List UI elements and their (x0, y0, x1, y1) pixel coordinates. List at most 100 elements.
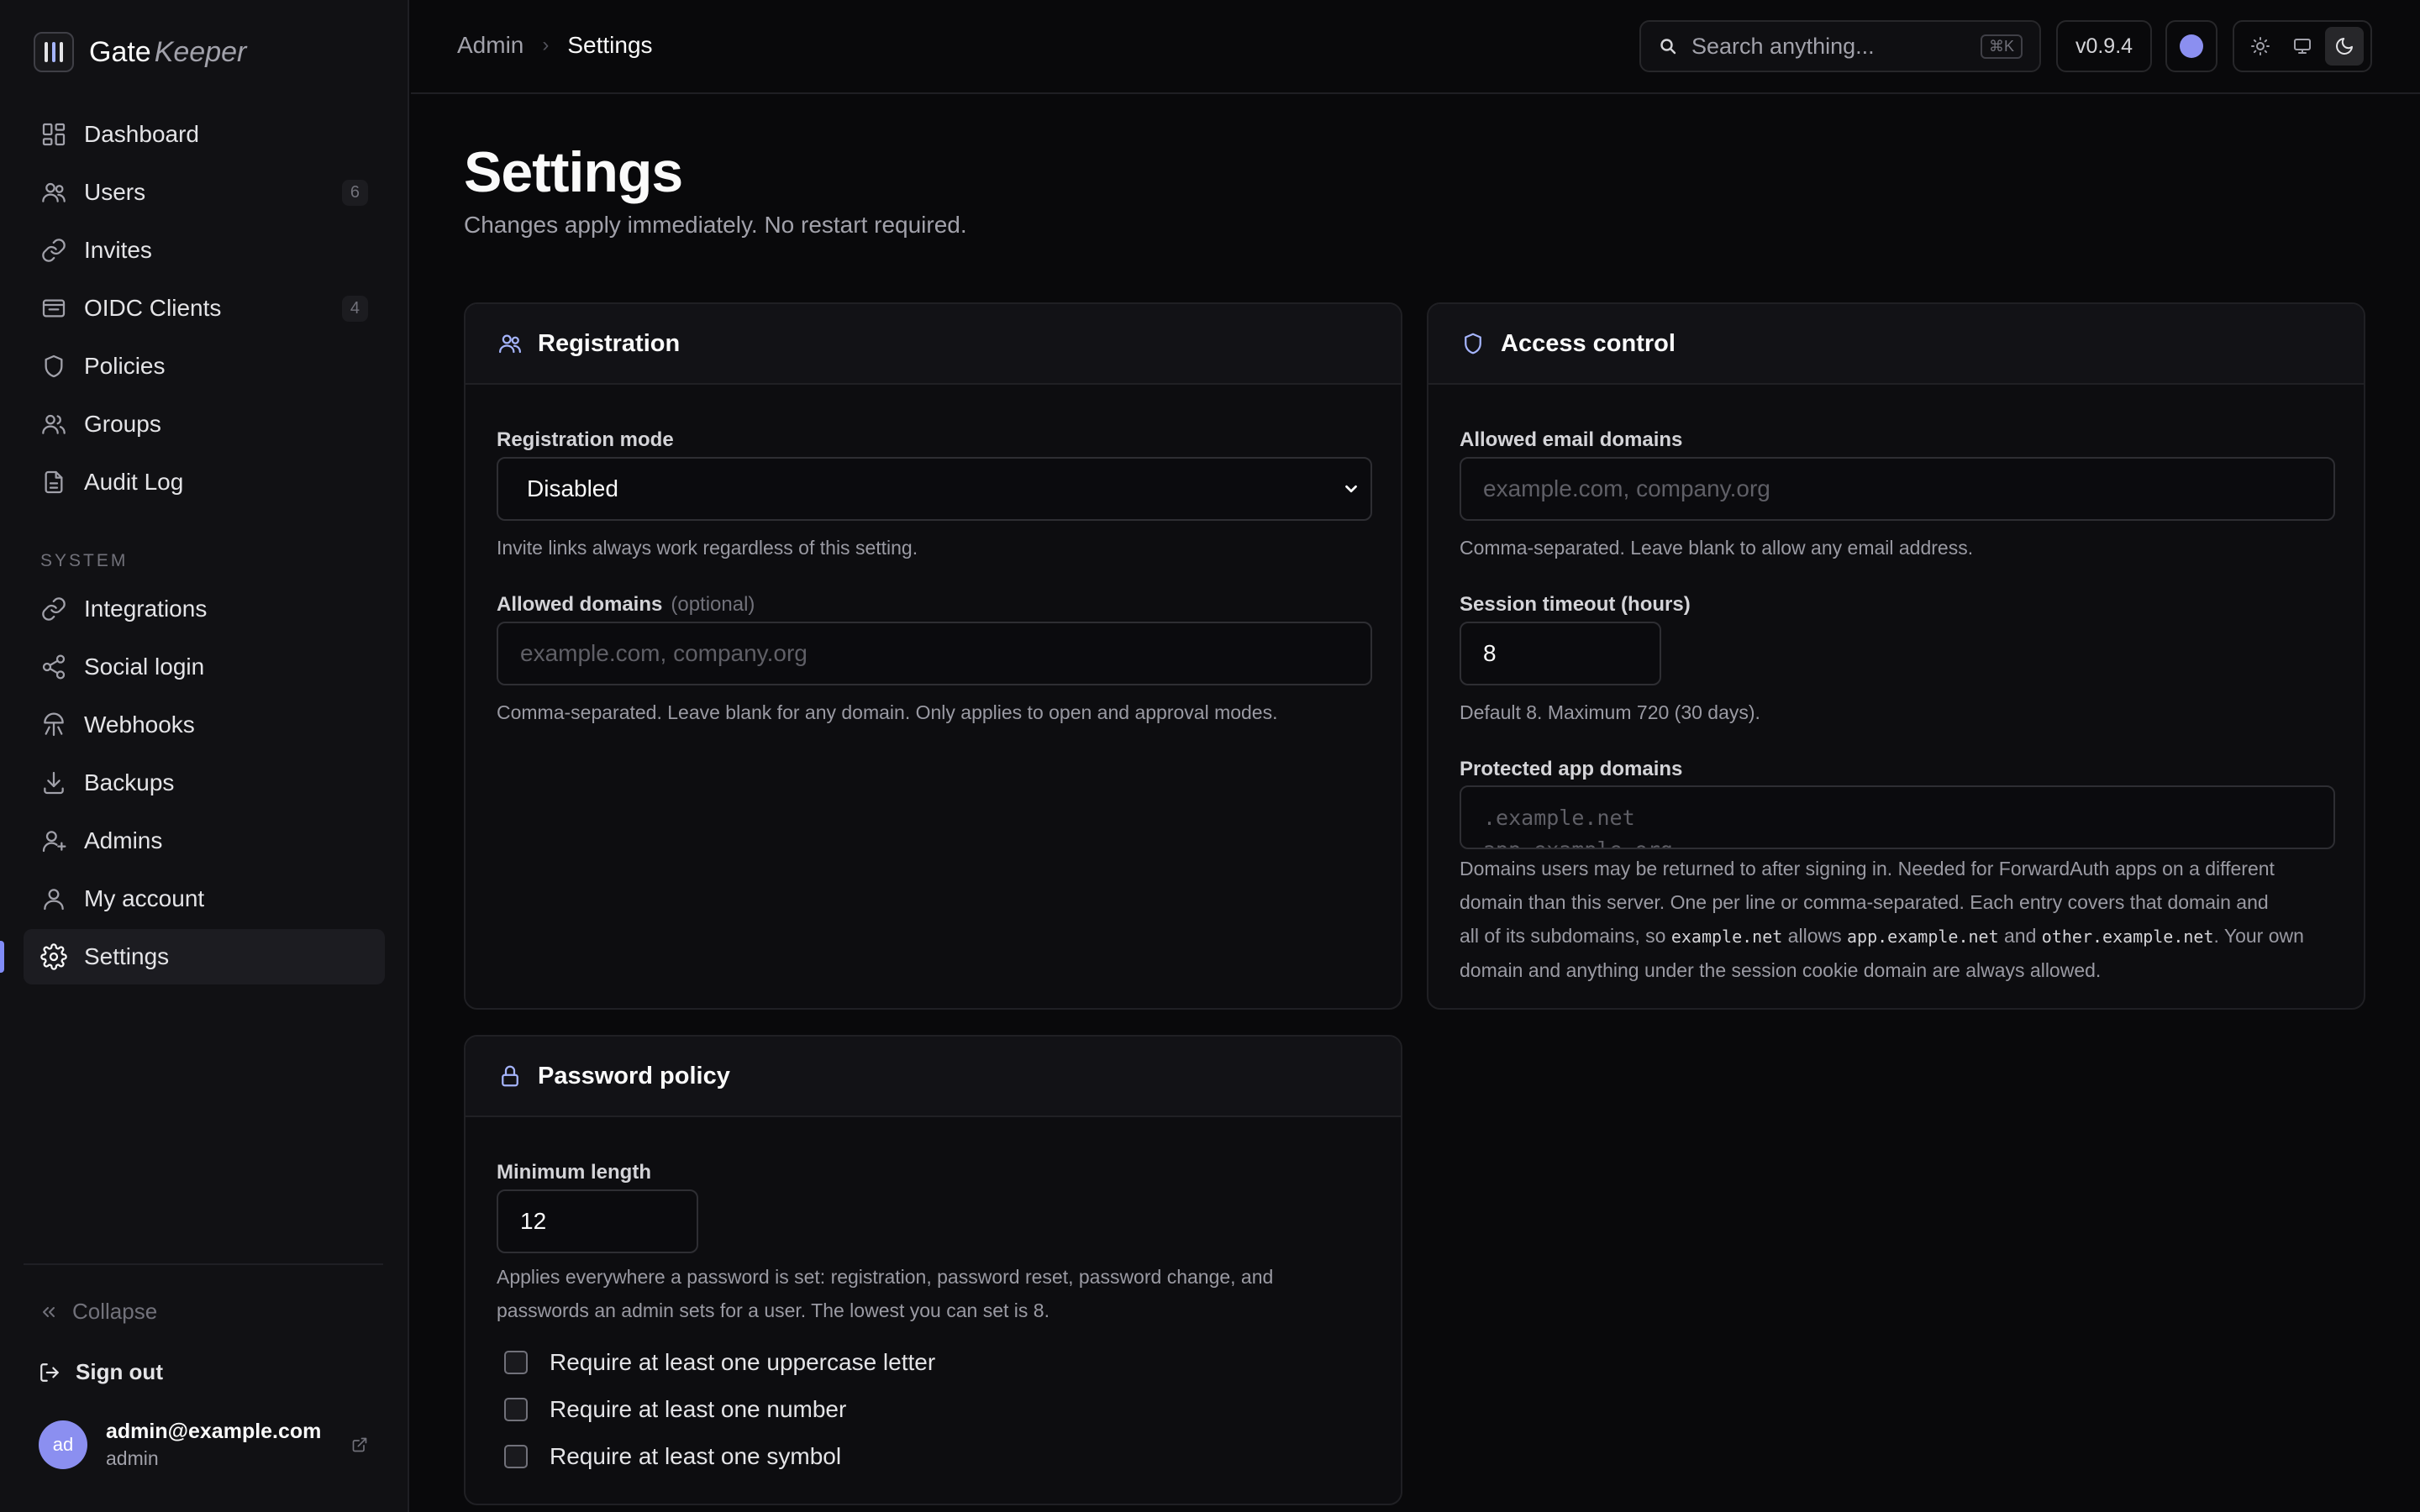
breadcrumb: Admin › Settings (457, 32, 653, 59)
card-header: Access control (1428, 304, 2364, 385)
password-policy-card: Password policy Minimum length 12 Applie… (464, 1035, 1402, 1505)
access-control-card: Access control Allowed email domains exa… (1427, 302, 2365, 1010)
chevrons-left-icon (43, 1306, 55, 1317)
registration-card: Registration Registration mode Disabled … (464, 302, 1402, 1010)
oidc-count-badge: 4 (341, 295, 368, 322)
sidebar-item-label: Social login (84, 654, 205, 680)
checkbox[interactable] (504, 1351, 528, 1374)
sidebar-item-label: OIDC Clients (84, 295, 222, 321)
sign-out-button[interactable]: Sign out (39, 1359, 163, 1385)
logout-icon (40, 1362, 59, 1382)
card-title: Registration (538, 329, 681, 357)
group-icon (40, 411, 67, 438)
require-symbol-checkbox[interactable]: Require at least one symbol (504, 1443, 841, 1470)
sidebar-item-integrations[interactable]: Integrations (24, 581, 385, 637)
moon-icon (2336, 38, 2353, 55)
session-timeout-label: Session timeout (hours) (1460, 593, 1691, 616)
protected-app-domains-label: Protected app domains (1460, 758, 1683, 780)
sidebar-item-groups[interactable]: Groups (24, 396, 385, 452)
user-icon (40, 885, 67, 912)
card-title: Password policy (538, 1062, 730, 1089)
card-title: Access control (1501, 329, 1676, 357)
allowed-email-domains-help: Comma-separated. Leave blank to allow an… (1460, 537, 1974, 559)
theme-dark-button[interactable] (2325, 27, 2364, 66)
sidebar-item-settings[interactable]: Settings (24, 929, 385, 984)
sidebar-item-social-login[interactable]: Social login (24, 639, 385, 695)
allowed-domains-label: Allowed domains (optional) (497, 593, 755, 616)
system-section-label: SYSTEM (40, 551, 129, 570)
lock-icon (502, 1065, 518, 1087)
users-icon (40, 179, 67, 206)
sidebar-item-my-account[interactable]: My account (24, 871, 385, 927)
monitor-icon (2294, 39, 2311, 54)
registration-mode-label: Registration mode (497, 428, 674, 451)
minimum-length-label: Minimum length (497, 1161, 651, 1184)
external-link-icon[interactable] (351, 1436, 368, 1453)
user-profile[interactable]: ad admin@example.com admin (39, 1420, 321, 1470)
allowed-email-domains-input[interactable]: example.com, company.org (1460, 457, 2335, 521)
user-plus-icon (40, 827, 67, 854)
document-icon (40, 469, 67, 496)
breadcrumb-admin[interactable]: Admin (457, 32, 523, 59)
sidebar-item-backups[interactable]: Backups (24, 755, 385, 811)
card-header: Registration (466, 304, 1401, 385)
brand[interactable]: Gate Keeper (34, 32, 246, 72)
allowed-domains-help: Comma-separated. Leave blank for any dom… (497, 701, 1278, 723)
shield-icon (1465, 333, 1481, 354)
sidebar-item-webhooks[interactable]: Webhooks (24, 697, 385, 753)
sidebar-item-invites[interactable]: Invites (24, 223, 385, 278)
registration-mode-select[interactable]: Disabled (497, 457, 1372, 521)
sidebar-item-oidc-clients[interactable]: OIDC Clients 4 (24, 281, 385, 336)
sidebar-item-admins[interactable]: Admins (24, 813, 385, 869)
allowed-domains-input[interactable]: example.com, company.org (497, 622, 1372, 685)
protected-app-domains-help: Domains users may be returned to after s… (1460, 858, 2304, 981)
share-icon (40, 654, 67, 680)
sun-icon (2251, 37, 2270, 55)
sidebar-divider (24, 1263, 383, 1265)
sidebar-item-policies[interactable]: Policies (24, 339, 385, 394)
sidebar-item-label: Policies (84, 353, 166, 379)
sidebar-item-label: Webhooks (84, 711, 195, 738)
card-header: Password policy (466, 1037, 1401, 1117)
user-email: admin@example.com (106, 1420, 322, 1443)
selected-value: Disabled (527, 475, 618, 501)
user-role: admin (106, 1447, 159, 1469)
search-icon (1660, 39, 1676, 55)
search-input[interactable]: Search anything... ⌘K (1639, 20, 2041, 72)
theme-light-button[interactable] (2241, 27, 2280, 66)
sidebar-item-label: Audit Log (84, 469, 184, 495)
session-timeout-input[interactable]: 8 (1460, 622, 1661, 685)
minimum-length-input[interactable]: 12 (497, 1189, 698, 1253)
accent-swatch (2180, 34, 2203, 58)
checkbox[interactable] (504, 1398, 528, 1421)
protected-app-domains-textarea[interactable]: .example.net app.example.org (1460, 785, 2335, 849)
accent-color-button[interactable] (2165, 20, 2217, 72)
sidebar-item-label: Invites (84, 237, 152, 263)
main-nav: Dashboard Users 6 Invites OIDC Clients 4… (24, 107, 385, 512)
sidebar-item-label: Dashboard (84, 121, 199, 147)
checkbox[interactable] (504, 1445, 528, 1468)
allowed-email-domains-label: Allowed email domains (1460, 428, 1683, 451)
system-nav: Integrations Social login Webhooks Backu… (24, 581, 385, 987)
gear-icon (40, 943, 67, 970)
require-uppercase-checkbox[interactable]: Require at least one uppercase letter (504, 1349, 935, 1376)
gatekeeper-logo-icon (34, 32, 74, 72)
sidebar-item-label: Groups (84, 411, 161, 437)
sidebar-item-dashboard[interactable]: Dashboard (24, 107, 385, 162)
sidebar: Gate Keeper Dashboard Users 6 Invites OID… (0, 0, 409, 1512)
avatar: ad (39, 1420, 87, 1469)
sidebar-item-audit-log[interactable]: Audit Log (24, 454, 385, 510)
version-badge[interactable]: v0.9.4 (2056, 20, 2152, 72)
page-subtitle: Changes apply immediately. No restart re… (464, 212, 967, 238)
sidebar-item-users[interactable]: Users 6 (24, 165, 385, 220)
page-title: Settings (464, 140, 683, 204)
breadcrumb-current: Settings (567, 32, 653, 58)
active-indicator (0, 941, 4, 973)
collapse-button[interactable]: Collapse (39, 1299, 157, 1325)
shortcut-hint: ⌘K (1980, 34, 2023, 59)
theme-system-button[interactable] (2283, 27, 2322, 66)
search-placeholder: Search anything... (1691, 33, 1875, 59)
sidebar-item-label: Users (84, 179, 146, 205)
sidebar-item-label: Settings (84, 943, 170, 969)
require-number-checkbox[interactable]: Require at least one number (504, 1396, 846, 1423)
